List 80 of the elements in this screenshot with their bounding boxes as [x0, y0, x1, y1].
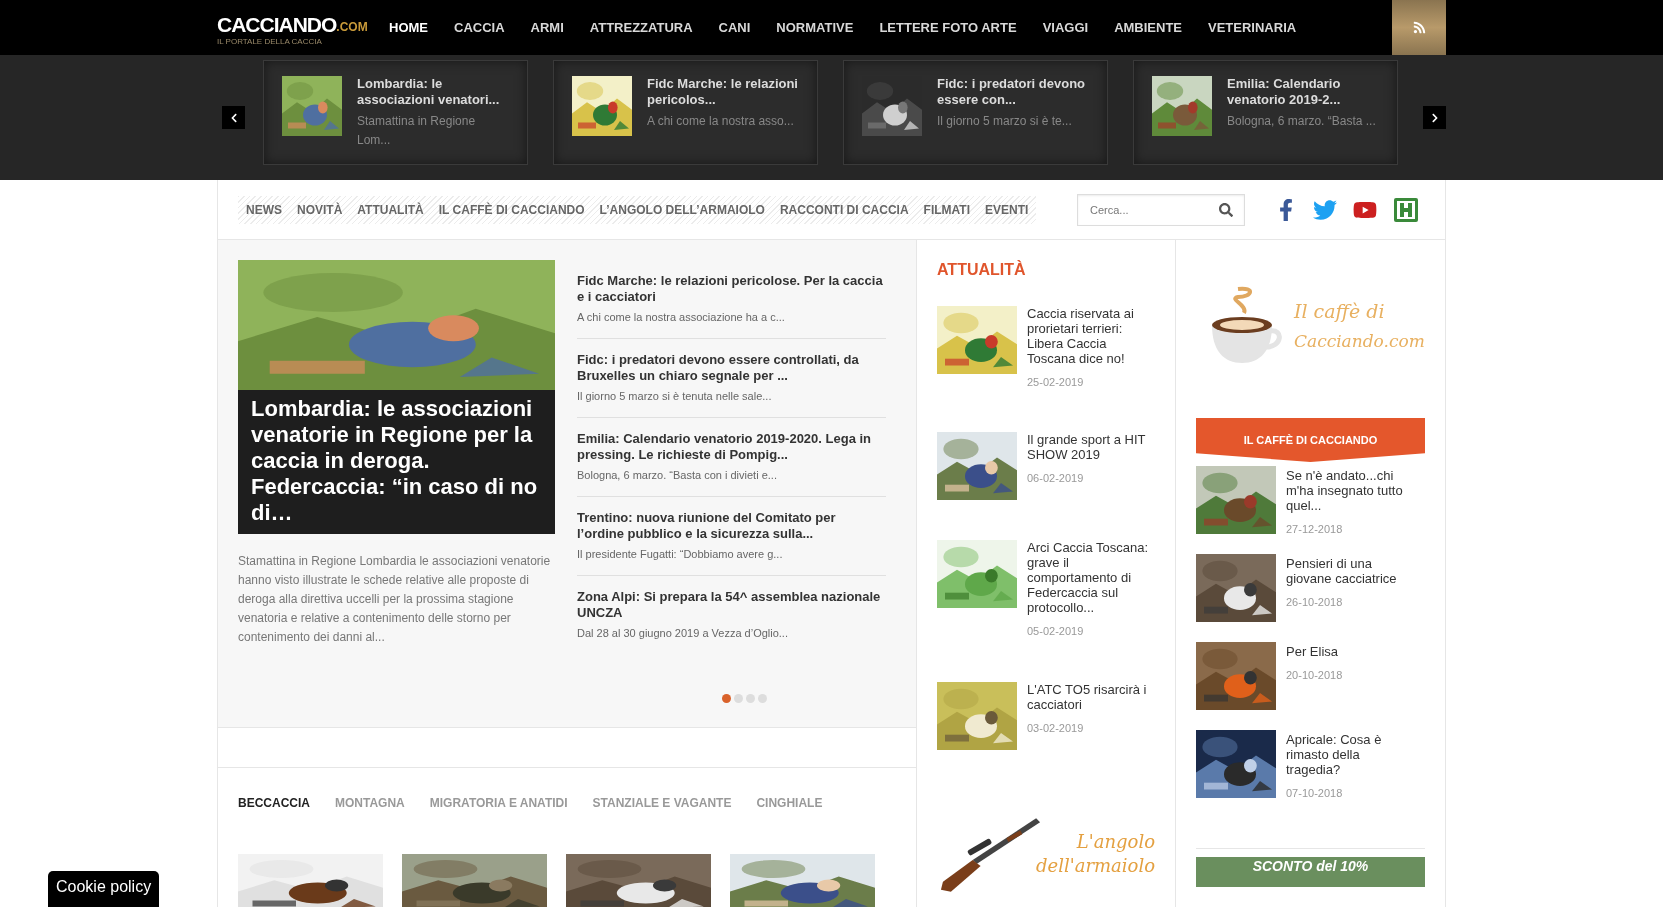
headline-excerpt: Bologna, 6 marzo. “Basta con i divieti e...: [577, 468, 778, 482]
featured-title[interactable]: Lombardia: le associazioni venatorie in Regione per la caccia in deroga. Federcaccia: “in caso di no di…: [251, 396, 542, 526]
article-title[interactable]: Caccia riservata ai prorietari terrieri: Libera Caccia Toscana dice no!: [1027, 306, 1155, 366]
search-field[interactable]: Cerca...: [1077, 193, 1245, 226]
nav-link[interactable]: ARMI: [530, 17, 564, 38]
article-date: 03-02-2019: [1027, 721, 1085, 736]
headline-title[interactable]: Fidc Marche: le relazioni pericolose. Per la caccia e i cacciatori: [577, 273, 886, 305]
headline-title[interactable]: Fidc: i predatori devono essere controllati, da Bruxelles un chiaro segnale per ...: [577, 352, 886, 384]
carousel-title[interactable]: Fidc: i predatori devono essere con...: [937, 76, 1089, 108]
category-link[interactable]: NOVITÀ: [297, 200, 343, 219]
banner-line: Il caffè di: [1294, 299, 1386, 324]
rss-button[interactable]: [1392, 0, 1446, 55]
twitter-icon[interactable]: [1313, 197, 1337, 222]
ribbon-heading: IL CAFFÈ DI CACCIANDO: [1243, 432, 1378, 448]
headline-title[interactable]: Emilia: Calendario venatorio 2019-2020. Lega in pressing. Le richieste di Pompig...: [577, 431, 886, 463]
article-date: 20-10-2018: [1286, 668, 1344, 683]
nav-link[interactable]: CANI: [718, 17, 751, 38]
carousel-card[interactable]: Fidc Marche: le relazioni pericolos... A chi come la nostra asso...: [553, 60, 818, 165]
site-tagline: IL PORTALE DELLA CACCIA: [217, 37, 323, 46]
nav-link[interactable]: ATTREZZATURA: [589, 17, 693, 38]
article-date: 27-12-2018: [1286, 522, 1344, 537]
nav-link[interactable]: NORMATIVE: [776, 17, 854, 38]
nav-link[interactable]: VETERINARIA: [1208, 17, 1297, 38]
article-date: 26-10-2018: [1286, 595, 1344, 610]
carousel-card[interactable]: Lombardia: le associazioni venatori... Stamattina in Regione Lom...: [263, 60, 528, 165]
nav-link[interactable]: VIAGGI: [1042, 17, 1089, 38]
headline-title[interactable]: Zona Alpi: Si prepara la 54^ assemblea nazionale UNCZA: [577, 589, 886, 621]
article-title[interactable]: Arci Caccia Toscana: grave il comportamento di Federcaccia sul protocollo...: [1027, 540, 1155, 615]
promo-text: SCONTO del 10%: [1252, 858, 1369, 876]
article-title[interactable]: Pensieri di una giovane cacciatrice: [1286, 556, 1411, 586]
section-heading: ATTUALITÀ: [937, 259, 1027, 280]
article-title[interactable]: Per Elisa: [1286, 644, 1411, 659]
banner-line: L'angolo: [1076, 830, 1155, 854]
banner-line: Cacciando.com: [1294, 330, 1425, 353]
article-date: 25-02-2019: [1027, 375, 1085, 390]
article-date: 05-02-2019: [1027, 624, 1085, 639]
headline-excerpt: Il giorno 5 marzo si è tenuta nelle sale...: [577, 389, 773, 403]
category-link[interactable]: L’ANGOLO DELL’ARMAIOLO: [599, 200, 765, 219]
headline-excerpt: Il presidente Fugatti: “Dobbiamo avere g...: [577, 547, 784, 561]
category-link[interactable]: NEWS: [246, 200, 282, 219]
category-link[interactable]: EVENTI: [985, 200, 1029, 219]
carousel-excerpt: Stamattina in Regione Lom...: [357, 113, 477, 149]
category-link[interactable]: IL CAFFÈ DI CACCIANDO: [438, 200, 585, 219]
carousel-title[interactable]: Lombardia: le associazioni venatori...: [357, 76, 509, 108]
nav-link[interactable]: CACCIA: [454, 17, 505, 38]
h-square-icon[interactable]: [1393, 196, 1419, 223]
previous-button[interactable]: [222, 106, 245, 129]
category-link[interactable]: RACCONTI DI CACCIA: [779, 200, 909, 219]
next-button[interactable]: [1423, 106, 1446, 129]
article-title[interactable]: Apricale: Cosa è rimasto della tragedia?: [1286, 732, 1411, 777]
carousel-excerpt: A chi come la nostra asso...: [647, 113, 795, 130]
article-date: 06-02-2019: [1027, 471, 1085, 486]
site-logo[interactable]: CACCIANDO: [217, 13, 337, 35]
featured-excerpt: Stamattina in Regione Lombardia le associazioni venatorie hanno visto illustrate le schede relative alle proposte di deroga alla direttiva uccelli per la prossima stagione venatoria e relative a contenimento delle storno per contenimento dei danni al...: [238, 553, 552, 646]
headline-title[interactable]: Trentino: nuova riunione del Comitato per l’ordine pubblico e la sicurezza sulla...: [577, 510, 886, 542]
nav-link[interactable]: AMBIENTE: [1114, 17, 1183, 38]
nav-link[interactable]: HOME: [389, 17, 428, 38]
article-title[interactable]: Il grande sport a HIT SHOW 2019: [1027, 432, 1155, 462]
nav-link[interactable]: LETTERE FOTO ARTE: [879, 17, 1017, 38]
category-link[interactable]: FILMATI: [923, 200, 970, 219]
carousel-excerpt: Il giorno 5 marzo si è te...: [937, 113, 1073, 130]
article-date: 07-10-2018: [1286, 786, 1344, 801]
article-title[interactable]: L'ATC TO5 risarcirà i cacciatori: [1027, 682, 1155, 712]
category-tab[interactable]: BECCACCIA: [238, 794, 310, 812]
logo-suffix[interactable]: .COM: [336, 20, 368, 33]
category-link[interactable]: ATTUALITÀ: [357, 200, 424, 219]
rss-icon: [1412, 21, 1426, 34]
article-title[interactable]: Se n'è andato...chi m'ha insegnato tutto quel...: [1286, 468, 1411, 513]
carousel-title[interactable]: Fidc Marche: le relazioni pericolos...: [647, 76, 799, 108]
chevron-right-icon: [1429, 112, 1440, 123]
banner-line: dell'armaiolo: [1036, 854, 1155, 878]
carousel-title[interactable]: Emilia: Calendario venatorio 2019-2...: [1227, 76, 1379, 108]
carousel-card[interactable]: Fidc: i predatori devono essere con... Il giorno 5 marzo si è te...: [843, 60, 1108, 165]
search-icon[interactable]: [1219, 202, 1233, 217]
headline-excerpt: Dal 28 al 30 giugno 2019 a Vezza d’Oglio...: [577, 626, 789, 640]
cookie-policy-button[interactable]: Cookie policy: [48, 871, 160, 907]
headline-excerpt: A chi come la nostra associazione ha a c...: [577, 310, 786, 324]
carousel-card[interactable]: Emilia: Calendario venatorio 2019-2... Bologna, 6 marzo. “Basta ...: [1133, 60, 1398, 165]
promo-banner[interactable]: SCONTO del 10%: [1196, 857, 1425, 887]
carousel-excerpt: Bologna, 6 marzo. “Basta ...: [1227, 113, 1377, 130]
